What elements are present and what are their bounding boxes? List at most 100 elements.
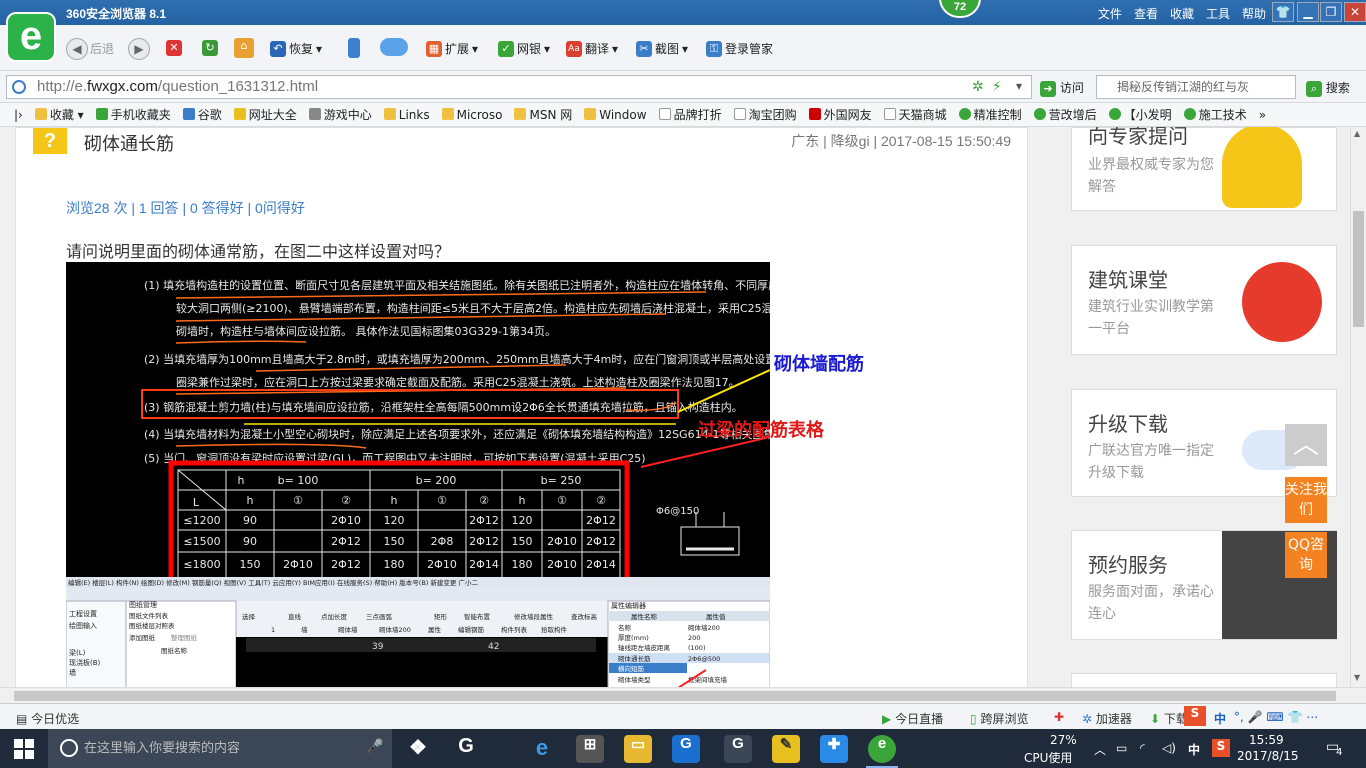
qq-consult-button[interactable]: QQ咨询 (1285, 532, 1327, 578)
menu-favorites[interactable]: 收藏 (1170, 5, 1194, 22)
cross-screen-button[interactable]: ▯ 跨屏浏览 (970, 710, 1028, 727)
fav-item-windows[interactable]: Window (584, 107, 647, 122)
vertical-scroll-thumb[interactable] (1353, 211, 1364, 327)
fav-item-invention[interactable]: 【小发明 (1108, 106, 1172, 123)
plus-app-icon[interactable]: ✚ (820, 735, 848, 763)
url-input[interactable]: http://e.fwxgx.com/question_1631312.html (6, 75, 1032, 99)
fav-item-construction[interactable]: 施工技术 (1183, 106, 1247, 123)
fav-item-brand[interactable]: 品牌打折 (658, 106, 722, 123)
sogou-ime-icon[interactable]: S (1184, 706, 1206, 726)
fav-item-google[interactable]: 谷歌 (182, 106, 222, 123)
microphone-icon[interactable]: 🎤 (366, 739, 383, 755)
netbank-label: 网银 (517, 42, 542, 56)
translate-button[interactable]: Aa 翻译 ▾ (566, 40, 618, 57)
fav-item-links[interactable]: Links (383, 107, 430, 122)
home-icon[interactable]: ⌂ (234, 38, 254, 58)
favbar-toggle-icon[interactable]: |› (14, 108, 23, 122)
close-button[interactable]: ✕ (1344, 2, 1366, 22)
speed-icon[interactable]: ✲ (972, 79, 984, 95)
ribbon-item: 编辑钢筋 (458, 625, 485, 634)
minimize-button[interactable]: ▁ (1297, 2, 1319, 22)
file-explorer-icon[interactable]: ▭ (624, 735, 652, 763)
download-button[interactable]: ⬇ 下载 (1150, 710, 1188, 727)
task-view-icon[interactable]: ❖ (404, 735, 432, 763)
vertical-scrollbar[interactable]: ▲ ▼ (1350, 127, 1366, 687)
fav-item-taobao[interactable]: 淘宝团购 (733, 106, 797, 123)
horizontal-scrollbar[interactable] (0, 687, 1366, 703)
fav-item-vat[interactable]: 营改增后 (1033, 106, 1097, 123)
horizontal-scroll-thumb[interactable] (14, 691, 1336, 701)
lightning-icon[interactable]: ⚡ (992, 79, 1002, 95)
clock-date[interactable]: 2017/8/15 (1237, 749, 1299, 763)
notes-icon[interactable]: ✎ (772, 735, 800, 763)
expert-card[interactable]: 向专家提问 业界最权威专家为您解答 (1071, 127, 1337, 211)
visit-button[interactable]: ➜ 访问 (1040, 79, 1084, 97)
edge-icon[interactable]: e (528, 735, 556, 763)
question-stats[interactable]: 浏览28 次 | 1 回答 | 0 答得好 | 0问得好 (66, 198, 305, 218)
fav-item-msn[interactable]: MSN 网 (514, 106, 572, 123)
forward-arrow-icon[interactable]: ▶ (128, 38, 150, 60)
fav-item-favorites[interactable]: 收藏 ▾ (34, 106, 84, 123)
accelerator-button[interactable]: ✲ 加速器 (1082, 710, 1132, 727)
follow-us-button[interactable]: 关注我们 (1285, 477, 1327, 523)
tray-expand-icon[interactable]: ︿ (1094, 741, 1106, 758)
skin-button[interactable]: 👕 (1272, 2, 1294, 22)
clock-time[interactable]: 15:59 (1249, 733, 1284, 747)
ime-tools-icon[interactable]: °, 🎤 ⌨ 👕 ⋯ (1234, 710, 1318, 724)
taskbar-search-input[interactable]: 在这里输入你要搜索的内容 (48, 729, 392, 768)
table-cell: 2Φ8 (431, 535, 454, 548)
medkit-icon[interactable]: ✚ (1054, 710, 1064, 724)
course-card[interactable]: 建筑课堂 建筑行业实训教学第一平台 (1071, 245, 1337, 355)
sogou-tray-icon[interactable]: S (1212, 739, 1230, 757)
login-manager-button[interactable]: ⚿ 登录管家 (706, 40, 773, 57)
fav-item-sites[interactable]: 网址大全 (233, 106, 297, 123)
restore-tab-button[interactable]: ↶ 恢复 ▾ (270, 40, 322, 57)
security-score-badge[interactable]: 72 (939, 0, 981, 18)
volume-icon[interactable]: ◁) (1162, 741, 1176, 755)
app-swirl-icon[interactable]: G (724, 735, 752, 763)
cloud-icon[interactable] (380, 38, 408, 56)
windows-start-icon[interactable] (14, 739, 34, 759)
screenshot-button[interactable]: ✂ 截图 ▾ (636, 40, 688, 57)
table-subheader: h (391, 494, 398, 507)
phone-icon[interactable] (348, 38, 360, 58)
scroll-up-icon[interactable]: ▲ (1354, 129, 1360, 138)
search-input[interactable]: 揭秘反传销江湖的红与灰 (1096, 75, 1296, 99)
cortana-swirl-icon[interactable]: G (452, 735, 480, 763)
menu-view[interactable]: 查看 (1134, 5, 1158, 22)
ribbon-item: 查改标高 (571, 612, 598, 621)
today-picks-button[interactable]: ▤ 今日优选 (16, 710, 79, 727)
glodon-app-icon[interactable]: G (672, 735, 700, 763)
wechat-icon (1033, 108, 1046, 120)
ime-mode[interactable]: 中 (1214, 710, 1226, 727)
url-dropdown-icon[interactable]: ▾ (1016, 79, 1022, 93)
browser-360-icon[interactable]: e (868, 735, 896, 763)
fav-item-microsoft[interactable]: Microso (441, 107, 502, 122)
scroll-down-icon[interactable]: ▼ (1354, 673, 1360, 682)
wifi-icon[interactable]: ◜ (1140, 741, 1145, 755)
fav-item-foreign[interactable]: 外国网友 (808, 106, 872, 123)
search-button[interactable]: ⌕ 搜索 (1306, 79, 1350, 97)
fav-item-precise[interactable]: 精准控制 (958, 106, 1022, 123)
extend-button[interactable]: ▦ 扩展 ▾ (426, 40, 478, 57)
fav-item-tmall[interactable]: 天猫商城 (883, 106, 947, 123)
favbar-more-icon[interactable]: » (1259, 108, 1266, 122)
question-image[interactable]: (1) 填充墙构造柱的设置位置、断面尺寸见各层建筑平面及相关结施图纸。除有关图纸… (66, 262, 770, 687)
app-title: 360安全浏览器 8.1 (66, 7, 167, 21)
fav-item-games[interactable]: 游戏中心 (308, 106, 372, 123)
back-button-label[interactable]: 后退 (90, 40, 114, 57)
restore-button[interactable]: ❐ (1320, 2, 1342, 22)
menu-help[interactable]: 帮助 (1242, 5, 1266, 22)
refresh-icon[interactable]: ↻ (202, 40, 218, 56)
live-button[interactable]: ▶ 今日直播 (882, 710, 943, 727)
network-icon[interactable]: ▭ (1116, 741, 1127, 755)
fav-item-mobile[interactable]: 手机收藏夹 (95, 106, 171, 123)
netbank-button[interactable]: ✓ 网银 ▾ (498, 40, 550, 57)
ime-indicator[interactable]: 中 (1188, 741, 1200, 758)
back-arrow-icon[interactable]: ◀ (66, 38, 88, 60)
store-icon[interactable]: ⊞ (576, 735, 604, 763)
menu-tools[interactable]: 工具 (1206, 5, 1230, 22)
stop-icon[interactable]: ✕ (166, 40, 182, 56)
back-to-top-button[interactable]: ︿ (1285, 424, 1327, 466)
menu-file[interactable]: 文件 (1098, 5, 1122, 22)
